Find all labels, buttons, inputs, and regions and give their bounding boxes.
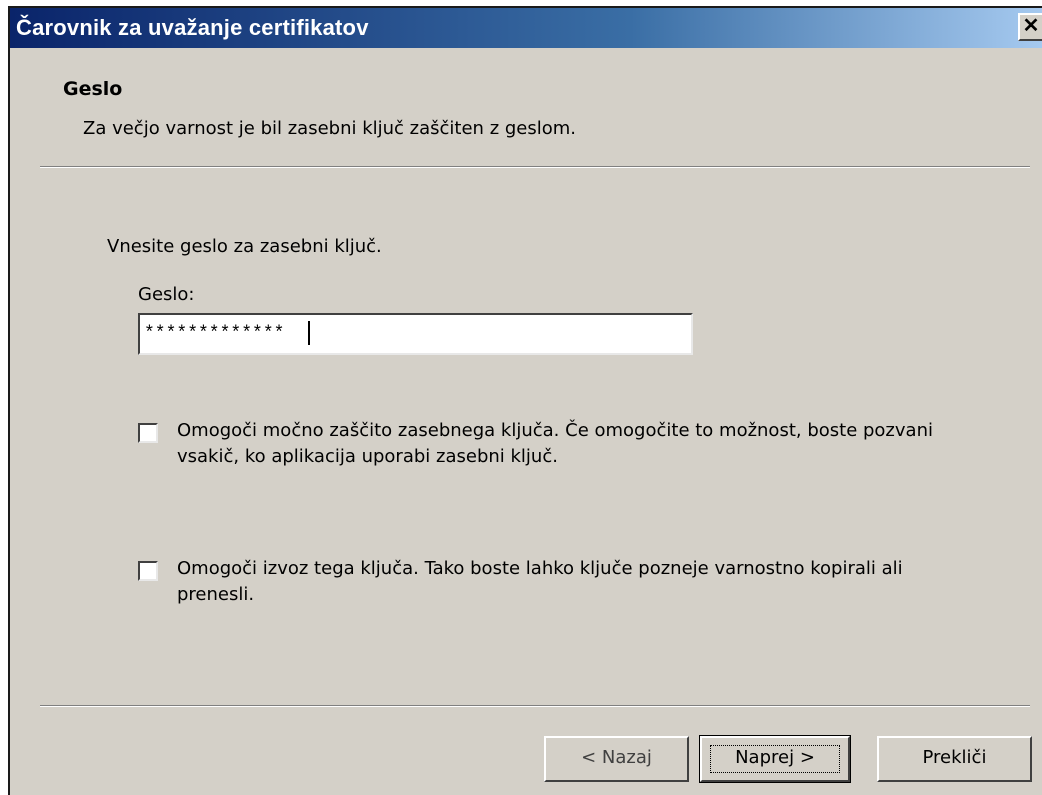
close-button[interactable]: ✕: [1018, 13, 1042, 41]
back-button[interactable]: < Nazaj: [544, 736, 689, 782]
window-title: Čarovnik za uvažanje certifikatov: [16, 15, 369, 40]
next-button[interactable]: Naprej >: [699, 735, 851, 783]
title-bar[interactable]: Čarovnik za uvažanje certifikatov ✕: [10, 8, 1042, 48]
strong-protection-label[interactable]: Omogoči močno zaščito zasebnega ključa. …: [177, 418, 977, 470]
password-prompt: Vnesite geslo za zasebni ključ.: [107, 236, 382, 257]
strong-protection-checkbox[interactable]: [138, 423, 158, 443]
header-divider: [40, 166, 1030, 168]
certificate-import-wizard-window: Čarovnik za uvažanje certifikatov ✕ Gesl…: [8, 6, 1042, 795]
focus-rectangle: [710, 745, 840, 773]
password-input[interactable]: [138, 313, 693, 355]
cancel-button-label: Prekliči: [922, 747, 987, 768]
export-key-label[interactable]: Omogoči izvoz tega ključa. Tako boste la…: [177, 556, 977, 608]
back-button-label: < Nazaj: [581, 747, 652, 768]
text-caret: [308, 321, 310, 345]
page-title: Geslo: [63, 78, 123, 100]
cancel-button[interactable]: Prekliči: [877, 736, 1032, 782]
password-label: Geslo:: [138, 284, 195, 305]
page-subtitle: Za večjo varnost je bil zasebni ključ za…: [83, 118, 577, 139]
footer-divider: [40, 705, 1030, 707]
close-icon: ✕: [1022, 15, 1040, 37]
export-key-checkbox[interactable]: [138, 561, 158, 581]
